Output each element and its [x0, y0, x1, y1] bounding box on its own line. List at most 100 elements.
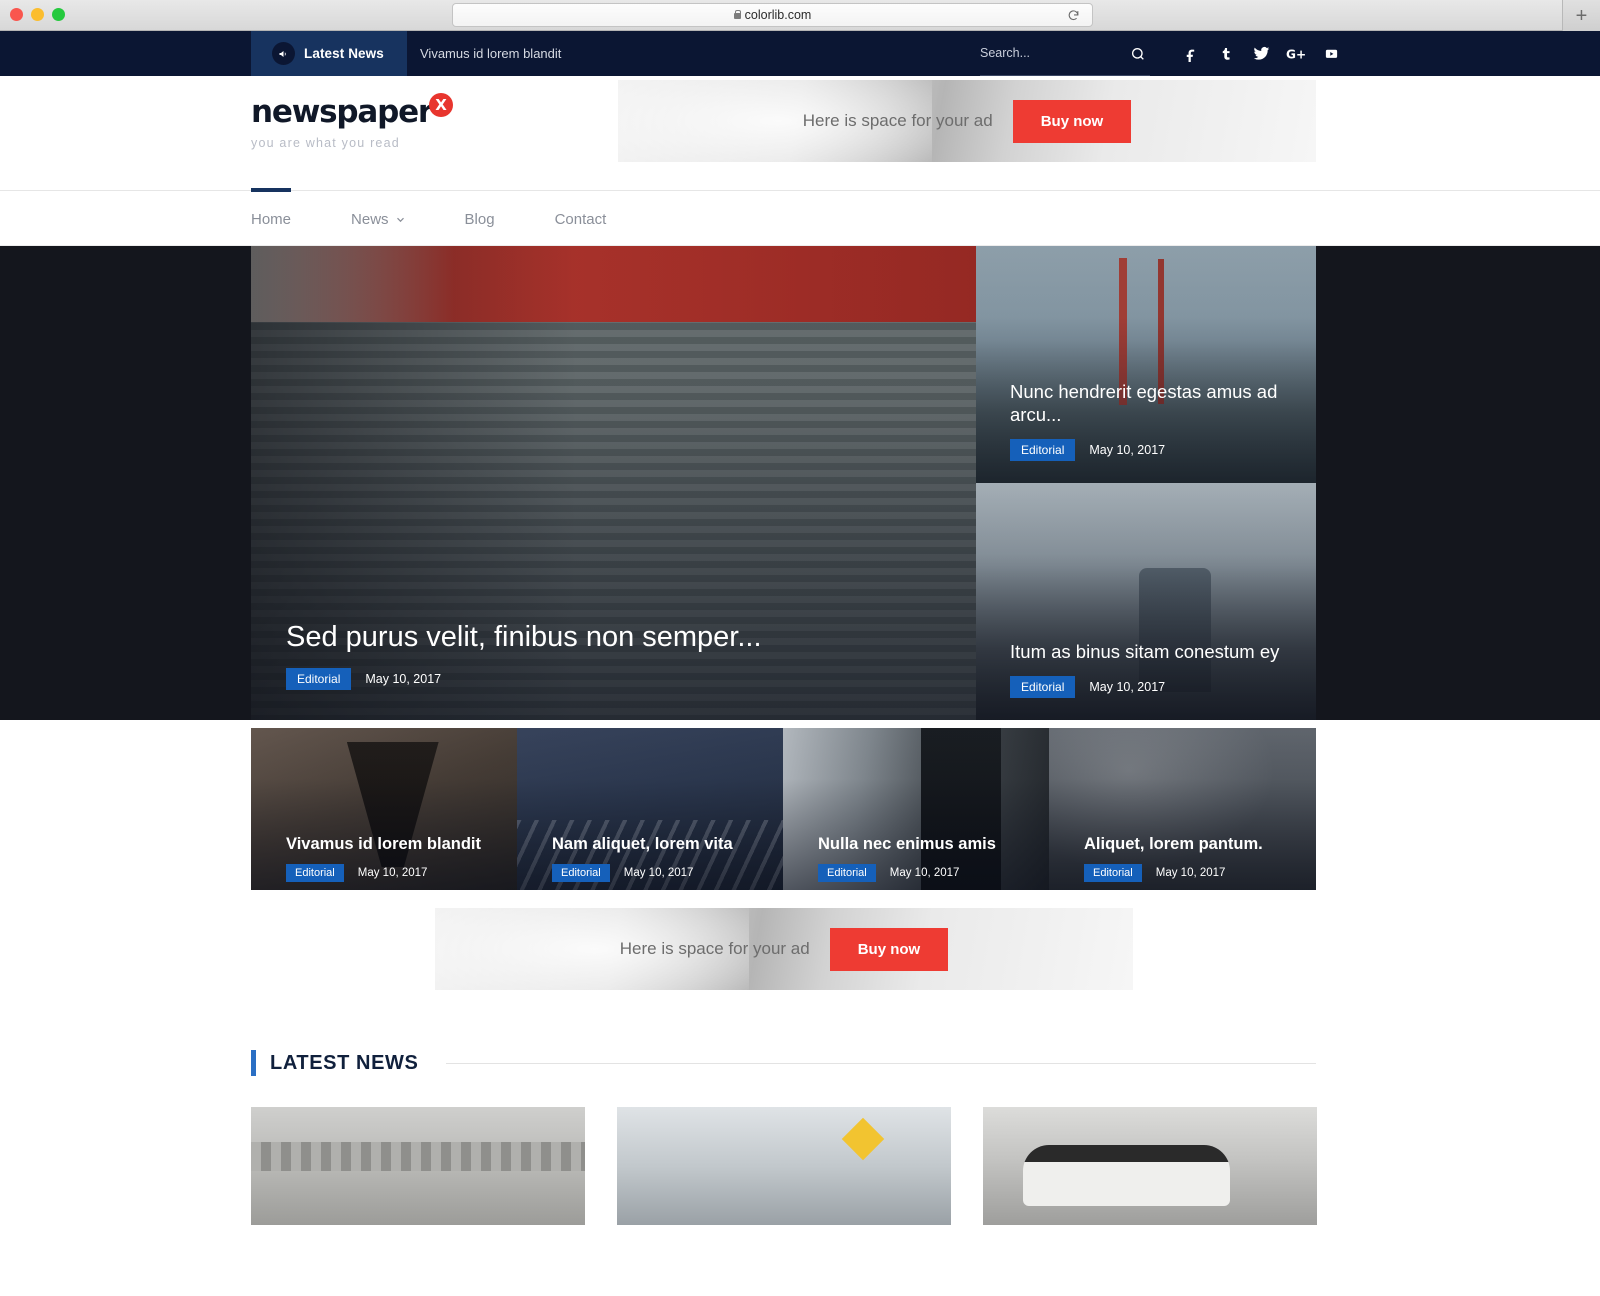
- nav-item-contact-label: Contact: [554, 210, 607, 228]
- address-bar-url: colorlib.com: [744, 8, 812, 22]
- social-links[interactable]: G+: [1180, 31, 1342, 76]
- hero-side-title-1: Nunc hendrerit egestas amus ad arcu...: [1010, 380, 1278, 425]
- latest-news-label: Latest News: [304, 46, 384, 61]
- section-title: LATEST NEWS: [270, 1051, 419, 1074]
- featured-card-title-4: Aliquet, lorem pantum.: [1084, 835, 1263, 854]
- featured-card-meta-2: Editorial May 10, 2017: [552, 864, 763, 882]
- latest-news-thumb-3: [983, 1107, 1317, 1225]
- publish-date: May 10, 2017: [889, 867, 960, 879]
- publish-date: May 10, 2017: [357, 867, 428, 879]
- latest-news-badge[interactable]: Latest News: [251, 31, 407, 76]
- category-badge[interactable]: Editorial: [1010, 676, 1076, 698]
- google-plus-icon[interactable]: G+: [1285, 43, 1307, 65]
- site-logo[interactable]: newspaper X you are what you read: [251, 93, 453, 150]
- featured-card-title-1: Vivamus id lorem blandit: [286, 835, 481, 854]
- category-badge[interactable]: Editorial: [286, 668, 352, 690]
- category-badge[interactable]: Editorial: [552, 864, 610, 882]
- section-divider: [446, 1062, 1316, 1064]
- latest-news-thumb-2: [617, 1107, 951, 1225]
- ad-banner-header[interactable]: Here is space for your ad Buy now: [618, 80, 1316, 162]
- twitter-icon[interactable]: [1250, 43, 1272, 65]
- hero-side-meta-2: Editorial May 10, 2017: [1010, 676, 1296, 698]
- latest-news-item-3[interactable]: [983, 1107, 1317, 1225]
- latest-news-grid: [251, 1107, 1317, 1225]
- publish-date: May 10, 2017: [1089, 680, 1166, 694]
- featured-card-1[interactable]: Vivamus id lorem blandit Editorial May 1…: [251, 728, 517, 898]
- browser-chrome: colorlib.com +: [0, 0, 1600, 31]
- section-accent-bar: [251, 1050, 256, 1076]
- close-window-button[interactable]: [10, 8, 23, 21]
- featured-card-caption-2: Nam aliquet, lorem vita Editorial May 10…: [552, 834, 763, 882]
- hero-side-article-2[interactable]: Itum as binus sitam conestum ey Editoria…: [976, 483, 1316, 720]
- featured-cards-row: Vivamus id lorem blandit Editorial May 1…: [251, 728, 1316, 898]
- search-input[interactable]: [980, 46, 1130, 60]
- ad-banner-mid-text: Here is space for your ad: [619, 939, 810, 958]
- hero-featured-caption: Sed purus velit, finibus non semper... E…: [286, 619, 916, 690]
- featured-card-4[interactable]: Aliquet, lorem pantum. Editorial May 10,…: [1049, 728, 1316, 898]
- ad-banner-mid[interactable]: Here is space for your ad Buy now: [435, 908, 1133, 990]
- address-bar-text: colorlib.com: [733, 8, 812, 22]
- hero-grid: Sed purus velit, finibus non semper... E…: [251, 246, 1316, 720]
- nav-item-home[interactable]: Home: [251, 211, 351, 228]
- hero-featured-title: Sed purus velit, finibus non semper...: [286, 620, 762, 653]
- featured-card-title-3: Nulla nec enimus amis: [818, 835, 996, 854]
- svg-text:G+: G+: [1286, 47, 1306, 61]
- category-badge[interactable]: Editorial: [1010, 439, 1076, 461]
- hero-side-article-1[interactable]: Nunc hendrerit egestas amus ad arcu... E…: [976, 246, 1316, 483]
- publish-date: May 10, 2017: [365, 672, 442, 686]
- chevron-down-icon: [396, 217, 404, 222]
- site-header: newspaper X you are what you read Here i…: [0, 76, 1600, 190]
- category-badge[interactable]: Editorial: [818, 864, 876, 882]
- search-submit-button[interactable]: [1124, 31, 1152, 76]
- featured-card-title-2: Nam aliquet, lorem vita: [552, 835, 733, 854]
- hero-side-caption-2: Itum as binus sitam conestum ey Editoria…: [1010, 640, 1296, 698]
- nav-item-home-label: Home: [251, 210, 292, 228]
- tumblr-icon[interactable]: [1215, 43, 1237, 65]
- ad-banner-mid-section: Here is space for your ad Buy now: [0, 890, 1600, 1040]
- nav-item-news[interactable]: News: [351, 211, 465, 228]
- latest-news-item-1[interactable]: [251, 1107, 585, 1225]
- logo-wordmark-row: newspaper X: [251, 93, 453, 128]
- hero-side-meta-1: Editorial May 10, 2017: [1010, 439, 1296, 461]
- main-navigation: Home News Blog Contact: [0, 188, 1600, 247]
- featured-card-3[interactable]: Nulla nec enimus amis Editorial May 10, …: [783, 728, 1049, 898]
- hero-section: Sed purus velit, finibus non semper... E…: [0, 246, 1600, 720]
- nav-item-news-label: News: [351, 210, 389, 228]
- nav-items: Home News Blog Contact: [251, 191, 606, 247]
- facebook-icon[interactable]: [1180, 43, 1202, 65]
- news-ticker-text[interactable]: Vivamus id lorem blandit: [420, 31, 561, 76]
- ad-mid-buy-now-button[interactable]: Buy now: [829, 927, 949, 971]
- window-traffic-lights[interactable]: [10, 8, 65, 21]
- maximize-window-button[interactable]: [52, 8, 65, 21]
- featured-cards-section: Vivamus id lorem blandit Editorial May 1…: [0, 720, 1600, 898]
- publish-date: May 10, 2017: [623, 867, 694, 879]
- featured-card-meta-3: Editorial May 10, 2017: [818, 864, 1029, 882]
- youtube-icon[interactable]: [1320, 43, 1342, 65]
- nav-item-blog[interactable]: Blog: [465, 211, 555, 228]
- address-bar[interactable]: colorlib.com: [452, 3, 1093, 27]
- latest-news-section: LATEST NEWS: [0, 1040, 1600, 1236]
- latest-news-thumb-1: [251, 1107, 585, 1225]
- nav-item-contact[interactable]: Contact: [555, 211, 607, 228]
- hero-featured-article[interactable]: Sed purus velit, finibus non semper... E…: [251, 246, 976, 720]
- ad-banner-text: Here is space for your ad: [802, 111, 993, 130]
- minimize-window-button[interactable]: [31, 8, 44, 21]
- category-badge[interactable]: Editorial: [286, 864, 344, 882]
- category-badge[interactable]: Editorial: [1084, 864, 1142, 882]
- hero-side-title-2: Itum as binus sitam conestum ey: [1010, 640, 1280, 662]
- top-utility-bar: Latest News Vivamus id lorem blandit G+: [0, 31, 1600, 76]
- megaphone-icon: [272, 42, 295, 65]
- new-tab-button[interactable]: +: [1562, 0, 1600, 31]
- logo-x-icon: X: [429, 93, 453, 117]
- latest-news-item-2[interactable]: [617, 1107, 951, 1225]
- featured-card-2[interactable]: Nam aliquet, lorem vita Editorial May 10…: [517, 728, 783, 898]
- nav-item-blog-label: Blog: [464, 210, 495, 228]
- reload-icon[interactable]: [1067, 9, 1080, 22]
- hero-side-column: Nunc hendrerit egestas amus ad arcu... E…: [976, 246, 1316, 720]
- lock-icon: [733, 9, 742, 19]
- ad-buy-now-button[interactable]: Buy now: [1012, 99, 1132, 143]
- featured-card-caption-4: Aliquet, lorem pantum. Editorial May 10,…: [1084, 834, 1296, 882]
- logo-tagline: you are what you read: [251, 136, 400, 150]
- featured-card-meta-4: Editorial May 10, 2017: [1084, 864, 1296, 882]
- search-icon: [1132, 47, 1144, 60]
